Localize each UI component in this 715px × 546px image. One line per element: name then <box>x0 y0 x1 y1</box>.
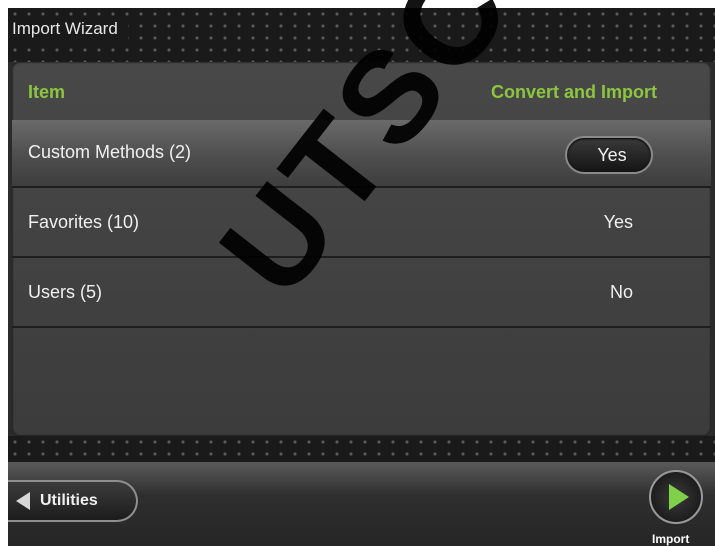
import-wizard-screen: Import Wizard Item Convert and Import Cu… <box>8 8 715 546</box>
convert-toggle[interactable]: Yes <box>604 212 633 233</box>
row-label: Users (5) <box>28 282 103 302</box>
table-row-custom-methods[interactable]: Custom Methods (2) Yes <box>12 120 711 188</box>
utilities-button-label: Utilities <box>40 492 98 509</box>
left-triangle-icon <box>16 492 30 510</box>
footer-bar: Utilities Import <box>8 462 715 546</box>
grille-divider <box>8 436 715 462</box>
row-label: Custom Methods (2) <box>28 142 192 162</box>
utilities-back-button[interactable]: Utilities <box>8 480 138 522</box>
import-button-label: Import <box>652 532 690 546</box>
play-icon <box>668 484 689 510</box>
table-header: Item Convert and Import <box>12 82 711 112</box>
import-table-panel: Item Convert and Import Custom Methods (… <box>12 62 711 436</box>
column-header-item: Item <box>28 82 66 102</box>
convert-toggle[interactable]: No <box>610 282 633 303</box>
convert-toggle[interactable]: Yes <box>565 136 653 174</box>
row-label: Favorites (10) <box>28 212 140 232</box>
header-bar: Import Wizard <box>8 8 715 62</box>
table-row-users[interactable]: Users (5) No <box>12 260 711 328</box>
window-title: Import Wizard <box>8 16 128 42</box>
table-row-favorites[interactable]: Favorites (10) Yes <box>12 190 711 258</box>
column-header-convert: Convert and Import <box>490 82 657 102</box>
import-button[interactable] <box>649 470 703 524</box>
